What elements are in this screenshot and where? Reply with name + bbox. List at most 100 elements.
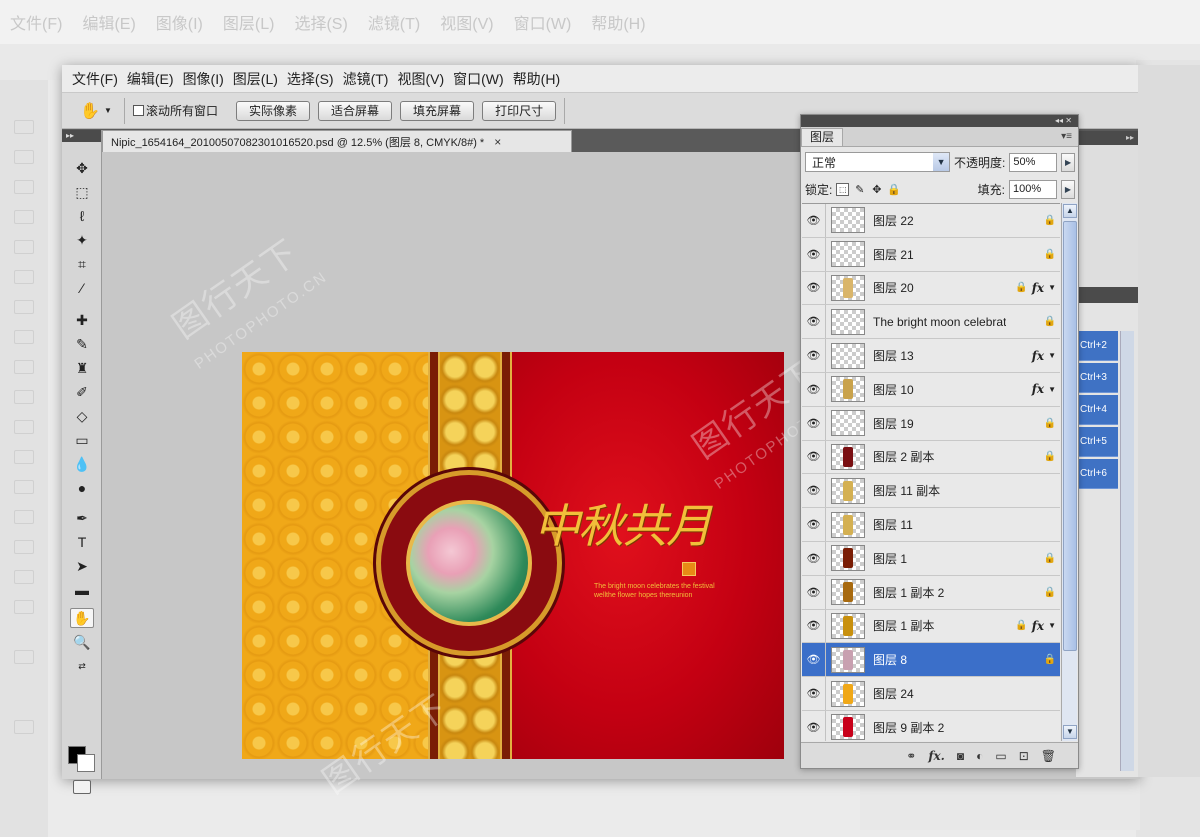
expand-effects-icon[interactable]: ▼ (1048, 283, 1056, 292)
eye-icon[interactable]: 👁 (802, 440, 826, 474)
history-brush-tool-icon[interactable]: ✐ (70, 382, 94, 402)
layer-row[interactable]: 👁 图层 1 🔒 (802, 541, 1060, 576)
fill-screen-button[interactable]: 填充屏幕 (400, 100, 475, 121)
panel-header[interactable] (1076, 287, 1138, 303)
layer-row[interactable]: 👁 图层 1 副本 🔒 fx ▼ (802, 609, 1060, 644)
action-shortcut[interactable]: Ctrl+2 (1076, 331, 1118, 361)
layer-name[interactable]: 图层 13 (873, 347, 1006, 364)
tab-layers[interactable]: 图层 (801, 128, 844, 146)
layer-thumbnail[interactable] (831, 612, 865, 639)
blend-mode-select[interactable]: 正常 ▼ (805, 152, 951, 172)
menu-window[interactable]: 窗口(W) (453, 69, 513, 89)
print-size-button[interactable]: 打印尺寸 (482, 100, 557, 121)
eye-icon[interactable]: 👁 (802, 575, 826, 609)
scroll-up-icon[interactable]: ▲ (1063, 204, 1077, 218)
eye-icon[interactable]: 👁 (802, 339, 826, 372)
menu-help[interactable]: 帮助(H) (513, 69, 569, 89)
layer-thumbnail[interactable] (831, 241, 865, 268)
close-icon[interactable]: × (494, 135, 501, 149)
blur-tool-icon[interactable]: 💧 (70, 454, 94, 474)
panel-header[interactable]: ▸▸ (1076, 131, 1138, 145)
healing-brush-tool-icon[interactable]: ✚ (70, 310, 94, 330)
layer-name[interactable]: 图层 1 副本 (873, 617, 1006, 634)
layer-name[interactable]: 图层 19 (873, 415, 1006, 432)
fx-icon[interactable]: fx (1032, 382, 1044, 396)
link-icon[interactable]: ⚭ (906, 749, 916, 763)
layer-row[interactable]: 👁 图层 19 🔒 (802, 406, 1060, 441)
layer-row[interactable]: 👁 图层 24 (802, 677, 1060, 711)
layer-thumbnail[interactable] (831, 477, 865, 504)
checkbox-box[interactable] (133, 105, 144, 116)
layer-thumbnail[interactable] (831, 646, 865, 673)
action-shortcut[interactable]: Ctrl+6 (1076, 459, 1118, 489)
layer-name[interactable]: 图层 8 (873, 651, 1006, 668)
eye-icon[interactable]: 👁 (802, 204, 826, 237)
layer-name[interactable]: 图层 2 副本 (873, 448, 1006, 465)
panel-menu-icon[interactable]: ▾≡ (1061, 128, 1072, 146)
dodge-tool-icon[interactable]: ● (70, 478, 94, 498)
layer-name[interactable]: 图层 1 副本 2 (873, 584, 1006, 601)
layer-name[interactable]: 图层 1 (873, 550, 1006, 567)
actions-scrollbar[interactable] (1120, 331, 1134, 771)
layer-list[interactable]: 👁 图层 22 🔒 👁 图层 21 🔒 👁 图层 20 🔒 fx ▼ 👁 The bright moon… (802, 203, 1060, 741)
layer-row[interactable]: 👁 图层 1 副本 2 🔒 (802, 575, 1060, 610)
layer-thumbnail[interactable] (831, 308, 865, 335)
layer-name[interactable]: 图层 24 (873, 685, 1006, 702)
eye-icon[interactable]: 👁 (802, 710, 826, 741)
layer-thumbnail[interactable] (831, 376, 865, 403)
layer-row[interactable]: 👁 图层 11 (802, 508, 1060, 542)
layer-thumbnail[interactable] (831, 410, 865, 437)
expand-effects-icon[interactable]: ▼ (1048, 621, 1056, 630)
move-tool-icon[interactable]: ✥ (70, 158, 94, 178)
eye-icon[interactable]: 👁 (802, 237, 826, 271)
expand-effects-icon[interactable]: ▼ (1048, 385, 1056, 394)
magic-wand-tool-icon[interactable]: ✦ (70, 230, 94, 250)
menu-filter[interactable]: 滤镜(T) (343, 69, 398, 89)
eyedropper-tool-icon[interactable]: ⁄ (70, 278, 94, 298)
lock-position-icon[interactable]: ✥ (870, 183, 883, 196)
brush-tool-icon[interactable]: ✎ (70, 334, 94, 354)
layer-scrollbar[interactable]: ▲ ▼ (1061, 203, 1077, 741)
quick-mask-icon[interactable] (73, 780, 91, 794)
shape-tool-icon[interactable]: ▬ (70, 580, 94, 600)
layer-row[interactable]: 👁 图层 8 🔒 (802, 643, 1060, 678)
chevron-down-icon[interactable]: ▼ (933, 153, 950, 171)
eye-icon[interactable]: 👁 (802, 643, 826, 677)
scroll-down-icon[interactable]: ▼ (1063, 725, 1077, 739)
action-shortcut[interactable]: Ctrl+5 (1076, 427, 1118, 457)
scroll-all-windows-checkbox[interactable]: 滚动所有窗口 (133, 102, 218, 119)
fill-field[interactable]: 100% (1009, 179, 1057, 199)
fit-screen-button[interactable]: 适合屏幕 (318, 100, 393, 121)
menu-layer[interactable]: 图层(L) (233, 69, 287, 89)
layer-thumbnail[interactable] (831, 511, 865, 538)
layer-name[interactable]: 图层 11 (873, 516, 1006, 533)
eye-icon[interactable]: 👁 (802, 372, 826, 406)
fx-icon[interactable]: fx (1032, 281, 1044, 295)
crop-tool-icon[interactable]: ⌗ (70, 254, 94, 274)
mask-icon[interactable]: ◙ (957, 749, 964, 763)
actual-pixels-button[interactable]: 实际像素 (236, 100, 311, 121)
zoom-tool-icon[interactable]: 🔍 (70, 632, 94, 652)
menu-image[interactable]: 图像(I) (183, 69, 233, 89)
lasso-tool-icon[interactable]: ℓ (70, 206, 94, 226)
layer-row[interactable]: 👁 图层 9 副本 2 (802, 710, 1060, 741)
action-shortcut[interactable]: Ctrl+3 (1076, 363, 1118, 393)
eye-icon[interactable]: 👁 (802, 406, 826, 440)
layer-row[interactable]: 👁 图层 2 副本 🔒 (802, 440, 1060, 475)
layer-row[interactable]: 👁 图层 22 🔒 (802, 204, 1060, 238)
trash-icon[interactable]: 🗑 (1041, 749, 1056, 763)
layer-row[interactable]: 👁 图层 20 🔒 fx ▼ (802, 271, 1060, 306)
marquee-tool-icon[interactable]: ⬚ (70, 182, 94, 202)
menu-file[interactable]: 文件(F) (72, 69, 127, 89)
toolbox-header[interactable]: ▸▸ (62, 130, 101, 142)
layer-name[interactable]: 图层 22 (873, 212, 1006, 229)
hand-tool-preset[interactable]: ✋ ▼ (76, 98, 116, 124)
type-tool-icon[interactable]: T (70, 532, 94, 552)
eye-icon[interactable]: 👁 (802, 677, 826, 710)
path-selection-tool-icon[interactable]: ➤ (70, 556, 94, 576)
layer-row[interactable]: 👁 图层 13 fx ▼ (802, 339, 1060, 373)
layer-row[interactable]: 👁 图层 11 副本 (802, 474, 1060, 509)
layer-row[interactable]: 👁 The bright moon celebrates ... 🔒 (802, 305, 1060, 340)
opacity-field[interactable]: 50% (1009, 152, 1058, 172)
layer-thumbnail[interactable] (831, 579, 865, 606)
